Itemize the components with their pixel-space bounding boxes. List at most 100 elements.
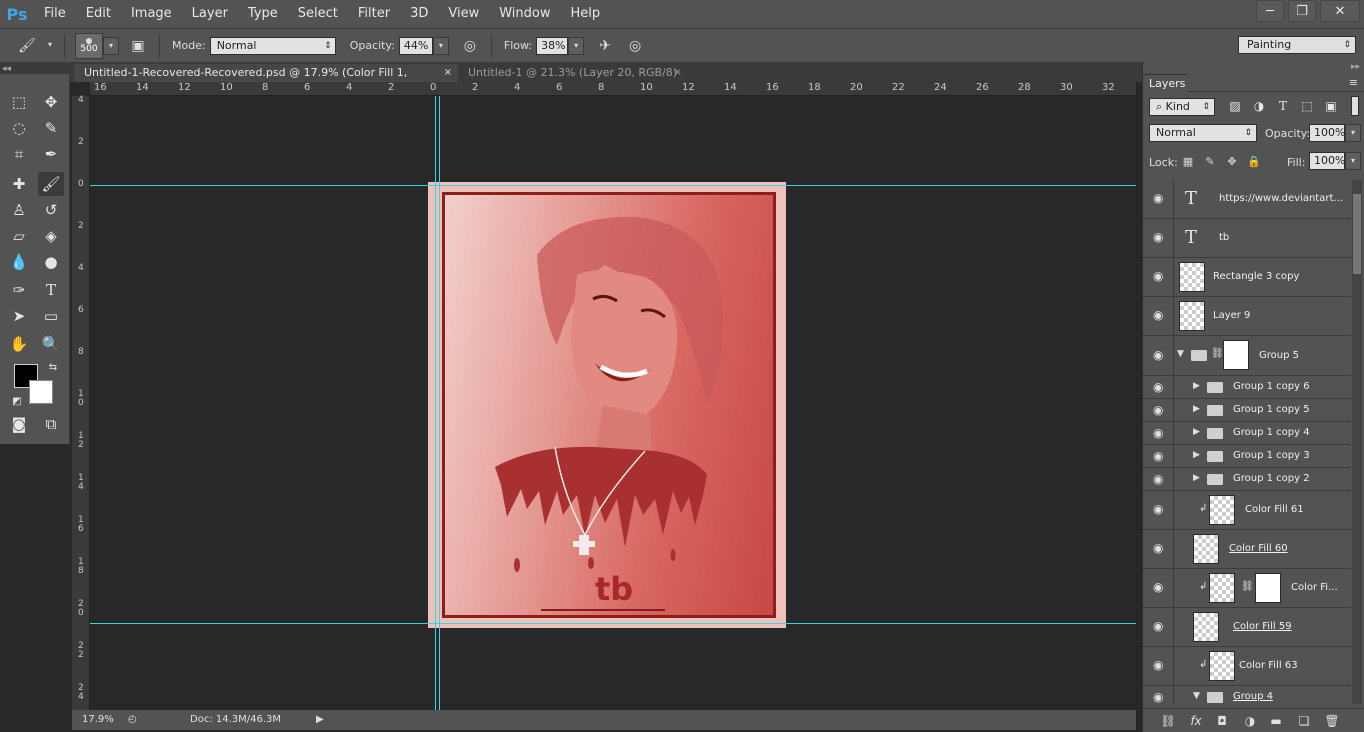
filter-shape-icon[interactable]: ⬚ [1299, 98, 1315, 114]
history-brush-tool-icon[interactable]: ↺ [38, 198, 64, 222]
eraser-tool-icon[interactable]: ▱ [6, 224, 32, 248]
visibility-eye-icon[interactable]: ◉ [1153, 472, 1163, 486]
menu-image[interactable]: Image [121, 0, 182, 28]
opacity-input[interactable]: 44% [398, 36, 433, 55]
group-expand-icon[interactable]: ▶ [1193, 381, 1200, 391]
add-mask-icon[interactable]: ◘ [1213, 713, 1231, 729]
guide-vertical[interactable] [439, 96, 440, 710]
hand-tool-icon[interactable]: ✋ [6, 332, 32, 356]
tool-preset-dropdown[interactable]: ▾ [42, 37, 58, 55]
document-canvas[interactable]: tb [428, 182, 786, 628]
brush-size-picker[interactable]: 500 [75, 32, 103, 59]
restore-button[interactable]: ❐ [1288, 0, 1316, 22]
layer-row[interactable]: ◉ ▶ Group 1 copy 2 [1143, 468, 1351, 491]
visibility-eye-icon[interactable]: ◉ [1153, 230, 1163, 244]
ruler-vertical[interactable]: 4 2 0 2 4 6 8 1 0 1 2 1 4 1 6 1 8 2 0 2 2 2 4 [72, 96, 90, 710]
layer-row[interactable]: ◉ ↲ Color Fill 63 [1143, 647, 1351, 686]
canvas-area[interactable]: 16 14 12 10 8 6 4 2 0 2 4 6 8 10 12 14 16 18 20 22 24 26 28 30 3… [72, 82, 1136, 710]
layer-row[interactable]: ◉ ▶ Group 1 copy 3 [1143, 445, 1351, 468]
visibility-eye-icon[interactable]: ◉ [1153, 619, 1163, 633]
layer-row[interactable]: ◉ ▶ Group 1 copy 4 [1143, 422, 1351, 445]
layer-row[interactable]: ◉ ▶ Group 1 copy 6 [1143, 376, 1351, 399]
filter-kind-select[interactable]: ⌕ Kind [1149, 98, 1215, 116]
filter-toggle[interactable] [1351, 96, 1359, 116]
close-button[interactable]: ✕ [1320, 0, 1360, 22]
visibility-eye-icon[interactable]: ◉ [1153, 191, 1163, 205]
guide-horizontal[interactable] [90, 623, 1136, 624]
mode-select[interactable]: Normal [209, 36, 336, 55]
tab-document-2[interactable]: Untitled-1 @ 21.3% (Layer 20, RGB/8) * × [458, 64, 688, 97]
airbrush-icon[interactable]: ✈ [594, 35, 616, 57]
visibility-eye-icon[interactable]: ◉ [1153, 403, 1163, 417]
pen-tool-icon[interactable]: ✑ [6, 278, 32, 302]
layer-row[interactable]: ◉ ▼ Group 4 [1143, 686, 1351, 704]
opacity-dropdown[interactable]: ▾ [432, 36, 449, 55]
mask-link-icon[interactable]: ⛓ [1211, 348, 1224, 359]
brush-tool-icon[interactable]: 🖌 [38, 172, 64, 196]
workspace-select[interactable]: Painting [1238, 36, 1356, 54]
lock-transparent-icon[interactable]: ▦ [1181, 155, 1195, 169]
menu-type[interactable]: Type [238, 0, 288, 28]
layer-row[interactable]: ◉ ▶ Group 1 copy 5 [1143, 399, 1351, 422]
zoom-tool-icon[interactable]: 🔍 [38, 332, 64, 356]
layer-row[interactable]: ◉ Rectangle 3 copy [1143, 258, 1351, 297]
menu-help[interactable]: Help [561, 0, 611, 28]
visibility-eye-icon[interactable]: ◉ [1153, 426, 1163, 440]
healing-brush-tool-icon[interactable]: ✚ [6, 172, 32, 196]
quick-selection-tool-icon[interactable]: ✎ [38, 116, 64, 140]
filter-pixel-icon[interactable]: ▨ [1227, 98, 1243, 114]
eyedropper-tool-icon[interactable]: ✒ [38, 142, 64, 166]
pressure-opacity-icon[interactable]: ◎ [459, 35, 481, 57]
visibility-eye-icon[interactable]: ◉ [1153, 348, 1163, 362]
ruler-horizontal[interactable]: 16 14 12 10 8 6 4 2 0 2 4 6 8 10 12 14 16 18 20 22 24 26 28 30 3… [90, 82, 1136, 96]
blend-mode-select[interactable]: Normal [1149, 124, 1257, 142]
layer-row[interactable]: ◉ Color Fill 59 [1143, 608, 1351, 647]
pressure-size-icon[interactable]: ◎ [624, 35, 646, 57]
link-layers-icon[interactable]: ⛓ [1159, 713, 1177, 729]
filter-smart-object-icon[interactable]: ▣ [1323, 98, 1339, 114]
layers-scrollbar[interactable] [1352, 180, 1362, 704]
collapse-toolbar-icon[interactable]: ◂◂ [2, 64, 11, 74]
layer-row[interactable]: ◉ T tb [1143, 219, 1351, 258]
flow-input[interactable]: 38% [536, 36, 569, 55]
brush-picker-dropdown[interactable]: ▾ [103, 36, 119, 55]
group-collapse-icon[interactable]: ▼ [1177, 349, 1184, 359]
visibility-eye-icon[interactable]: ◉ [1153, 580, 1163, 594]
move-tool-icon[interactable]: ✥ [38, 90, 64, 114]
scrollbar-thumb[interactable] [1353, 194, 1361, 274]
default-colors-icon[interactable]: ◩ [4, 390, 30, 414]
panel-menu-icon[interactable]: ≡ [1349, 76, 1358, 89]
group-expand-icon[interactable]: ▶ [1193, 450, 1200, 460]
layer-row[interactable]: ◉ T https://www.deviantart... [1143, 180, 1351, 219]
visibility-eye-icon[interactable]: ◉ [1153, 449, 1163, 463]
lock-all-icon[interactable]: 🔒 [1247, 155, 1261, 169]
menu-file[interactable]: File [34, 0, 76, 28]
menu-select[interactable]: Select [288, 0, 348, 28]
group-expand-icon[interactable]: ▶ [1193, 427, 1200, 437]
new-adjustment-layer-icon[interactable]: ◑ [1241, 713, 1259, 729]
swap-colors-icon[interactable]: ⇆ [40, 356, 66, 380]
type-tool-icon[interactable]: T [38, 278, 64, 302]
filter-adjustment-icon[interactable]: ◑ [1251, 98, 1267, 114]
crop-tool-icon[interactable]: ⌗ [6, 142, 32, 166]
lasso-tool-icon[interactable]: ◌ [6, 116, 32, 140]
layer-opacity-input[interactable]: 100% [1309, 124, 1345, 142]
menu-window[interactable]: Window [489, 0, 560, 28]
layer-style-fx-icon[interactable]: fx [1187, 713, 1205, 729]
screen-mode-icon[interactable]: ⧉ [38, 412, 64, 436]
menu-filter[interactable]: Filter [348, 0, 400, 28]
menu-edit[interactable]: Edit [76, 0, 121, 28]
layer-opacity-dropdown[interactable]: ▾ [1345, 124, 1361, 142]
layer-fill-input[interactable]: 100% [1309, 152, 1345, 170]
visibility-eye-icon[interactable]: ◉ [1153, 690, 1163, 704]
guide-vertical[interactable] [435, 96, 436, 710]
menu-view[interactable]: View [438, 0, 489, 28]
layer-row[interactable]: ◉ ↲ Color Fill 61 [1143, 491, 1351, 530]
visibility-eye-icon[interactable]: ◉ [1153, 269, 1163, 283]
visibility-eye-icon[interactable]: ◉ [1153, 380, 1163, 394]
layer-row[interactable]: ◉ ▼ ⛓ Group 5 [1143, 336, 1351, 376]
new-group-icon[interactable]: ▬ [1267, 713, 1285, 729]
mask-link-icon[interactable]: ⛓ [1241, 581, 1254, 592]
visibility-eye-icon[interactable]: ◉ [1153, 308, 1163, 322]
visibility-eye-icon[interactable]: ◉ [1153, 541, 1163, 555]
